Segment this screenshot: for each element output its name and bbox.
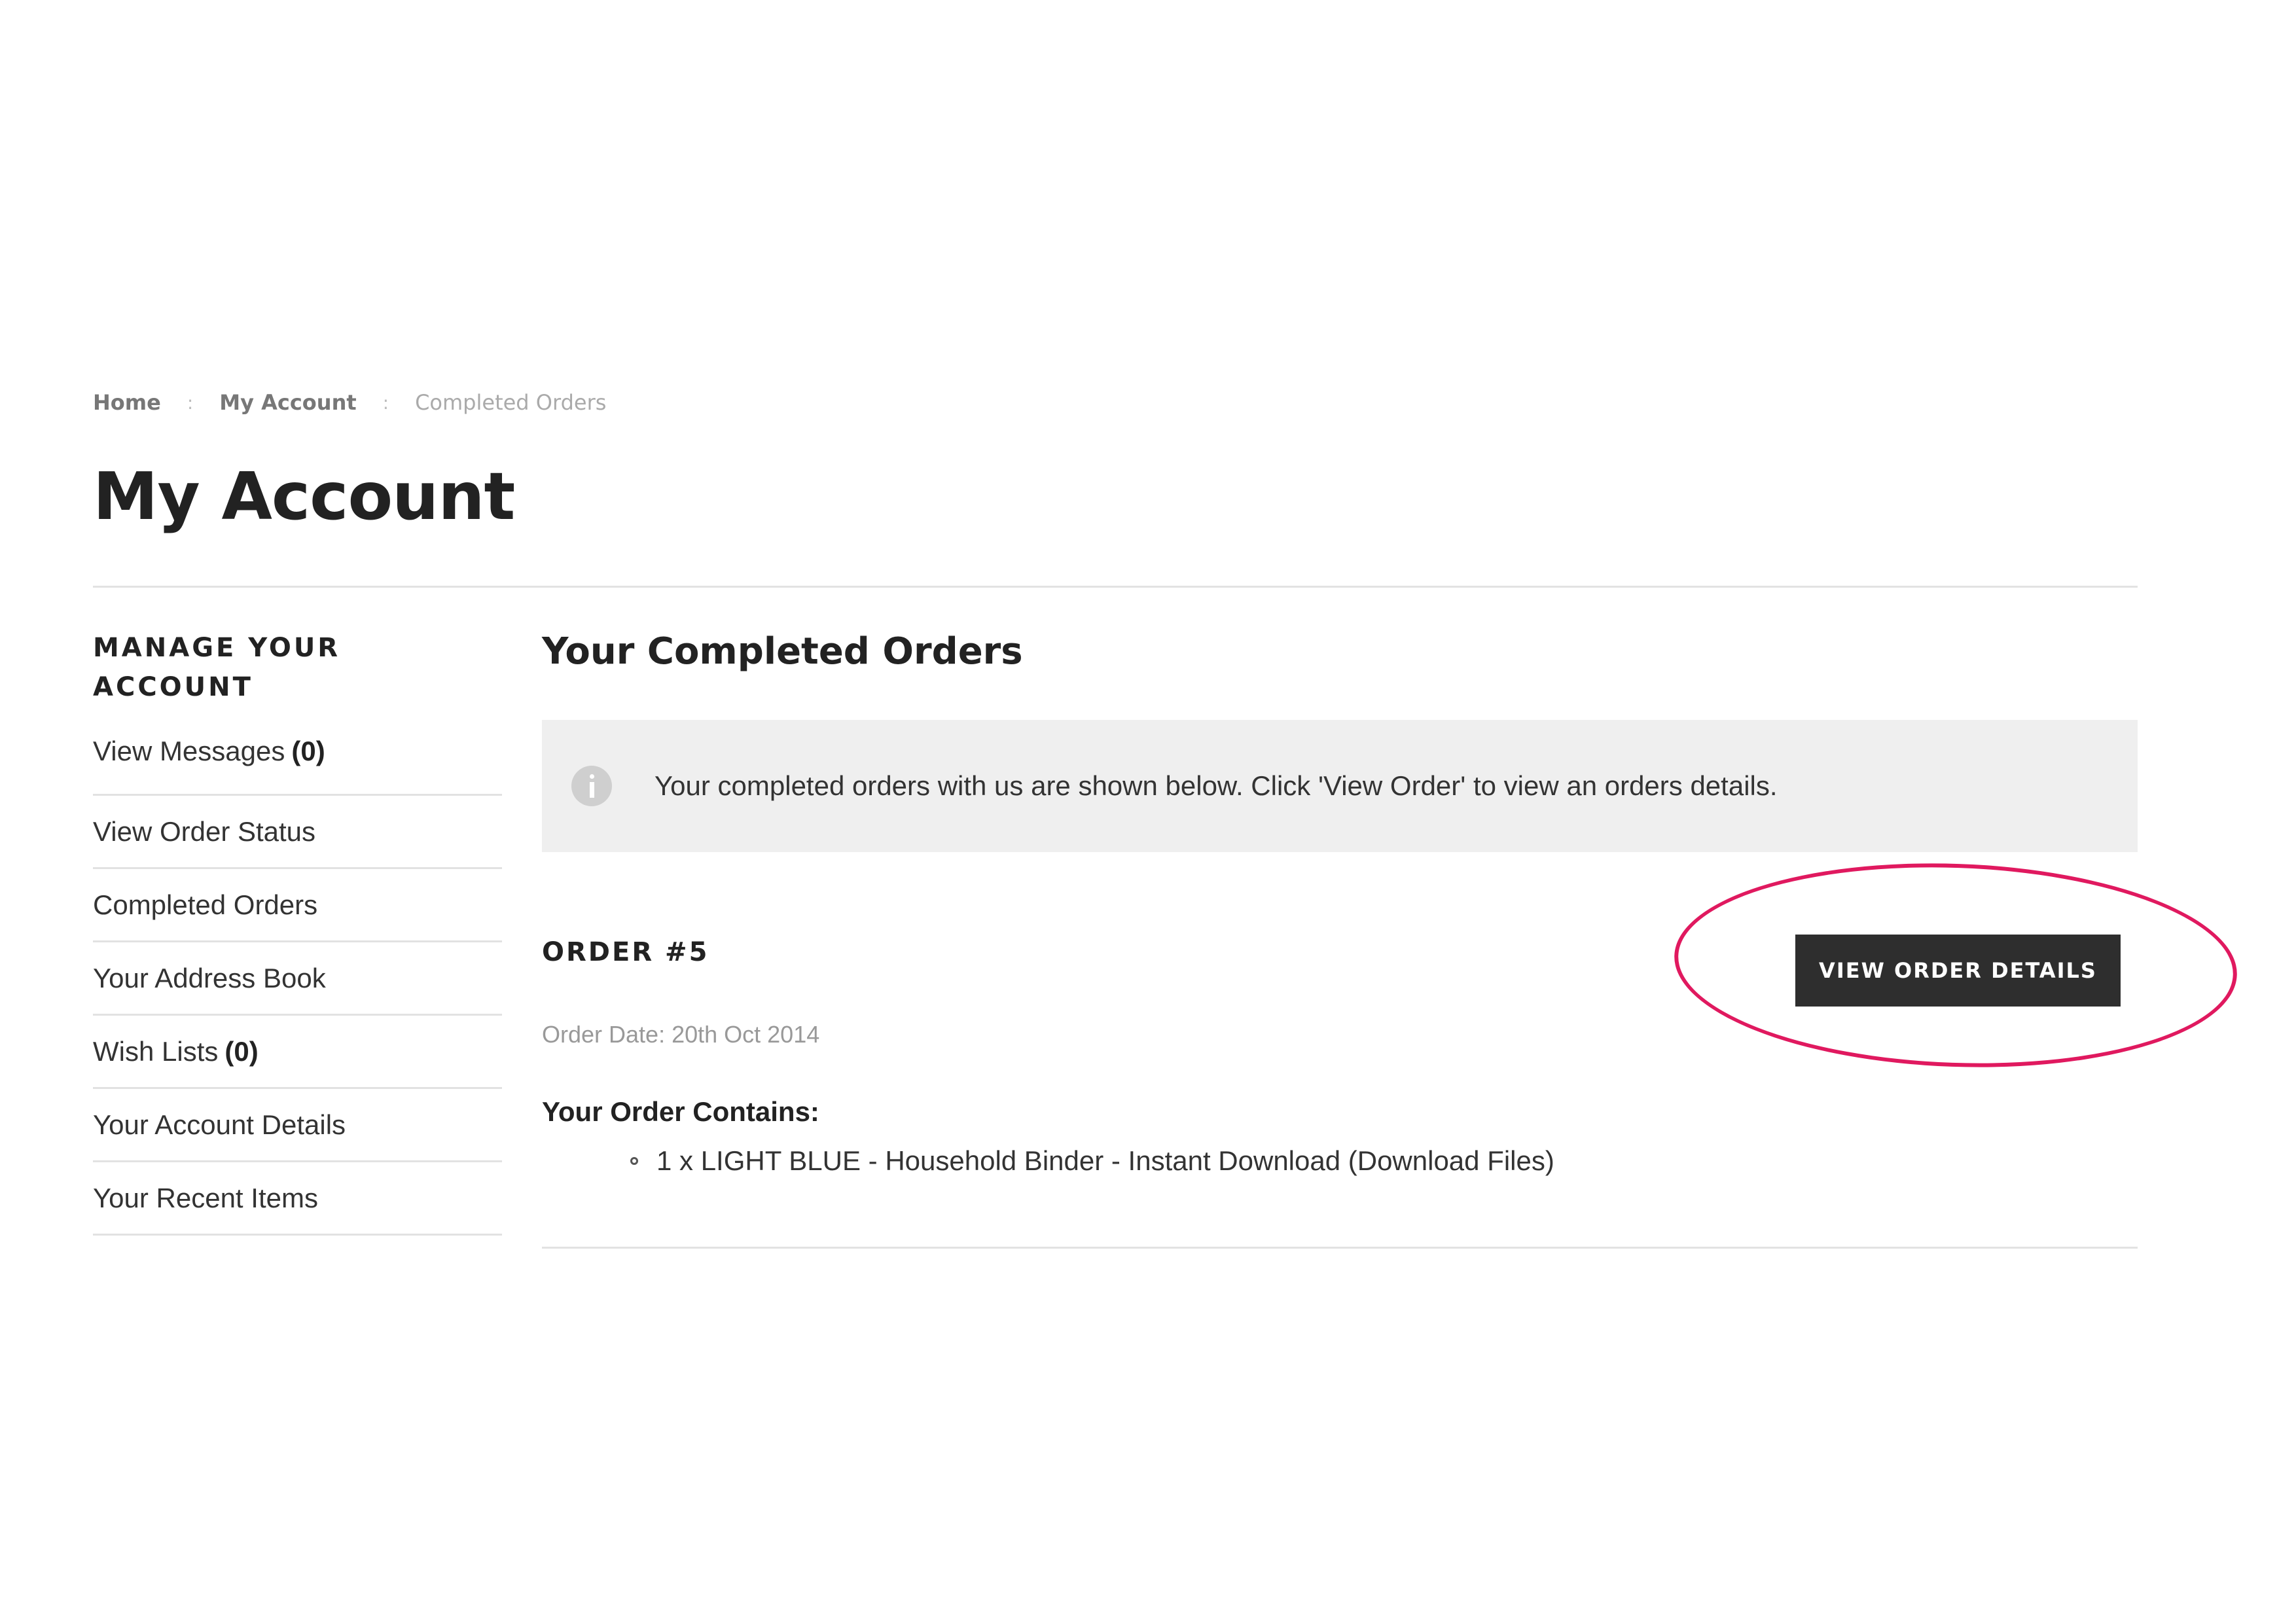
- sidebar-item-label[interactable]: Wish Lists: [93, 1036, 218, 1067]
- breadcrumb-separator: :: [382, 391, 389, 414]
- page: Home : My Account : Completed Orders My …: [0, 0, 2296, 1623]
- sidebar-item-view-messages[interactable]: View Messages (0): [93, 733, 502, 796]
- sidebar-item-label[interactable]: Your Recent Items: [93, 1183, 318, 1214]
- order-items-list: 1 x LIGHT BLUE - Household Binder - Inst…: [542, 1145, 1554, 1177]
- sidebar-item-label[interactable]: Your Address Book: [93, 963, 326, 994]
- sidebar-item-view-order-status[interactable]: View Order Status: [93, 796, 502, 869]
- breadcrumb-current: Completed Orders: [415, 390, 607, 415]
- order-item-text: 1 x LIGHT BLUE - Household Binder - Inst…: [656, 1145, 1554, 1176]
- sidebar-item-label[interactable]: View Order Status: [93, 816, 315, 847]
- breadcrumb-home[interactable]: Home: [93, 390, 161, 415]
- title-divider: [93, 586, 2138, 588]
- sidebar-heading: MANAGE YOUR ACCOUNT: [93, 633, 341, 702]
- order-contains-label: Your Order Contains:: [542, 1096, 819, 1127]
- sidebar-item-wish-lists[interactable]: Wish Lists (0): [93, 1016, 502, 1089]
- order-number: ORDER #5: [542, 937, 709, 967]
- order-item: 1 x LIGHT BLUE - Household Binder - Inst…: [630, 1145, 1554, 1177]
- order-date: Order Date: 20th Oct 2014: [542, 1021, 820, 1048]
- wish-lists-count: (0): [224, 1035, 259, 1067]
- breadcrumb-my-account[interactable]: My Account: [219, 390, 356, 415]
- breadcrumb: Home : My Account : Completed Orders: [93, 390, 606, 415]
- order-divider: [542, 1247, 2138, 1249]
- info-message-box: Your completed orders with us are shown …: [542, 720, 2138, 852]
- messages-count: (0): [291, 736, 325, 766]
- view-order-details-button[interactable]: VIEW ORDER DETAILS: [1795, 935, 2121, 1007]
- sidebar-item-recent-items[interactable]: Your Recent Items: [93, 1162, 502, 1236]
- sidebar-item-account-details[interactable]: Your Account Details: [93, 1089, 502, 1162]
- completed-orders-section: Your Completed Orders Your completed ord…: [542, 628, 2241, 1249]
- breadcrumb-separator: :: [187, 391, 194, 414]
- page-title: My Account: [93, 458, 515, 535]
- sidebar-item-completed-orders[interactable]: Completed Orders: [93, 869, 502, 942]
- section-title: Your Completed Orders: [542, 630, 1023, 673]
- info-icon: [571, 766, 612, 806]
- account-sidebar: MANAGE YOUR ACCOUNT View Messages (0) Vi…: [93, 628, 502, 1236]
- sidebar-item-label[interactable]: Completed Orders: [93, 889, 317, 921]
- sidebar-menu: View Messages (0) View Order Status Comp…: [93, 733, 502, 1236]
- sidebar-item-label[interactable]: Your Account Details: [93, 1109, 346, 1141]
- circle-bullet-icon: [630, 1157, 638, 1165]
- sidebar-item-label[interactable]: View Messages: [93, 736, 285, 767]
- info-message: Your completed orders with us are shown …: [655, 770, 1778, 801]
- sidebar-item-address-book[interactable]: Your Address Book: [93, 942, 502, 1016]
